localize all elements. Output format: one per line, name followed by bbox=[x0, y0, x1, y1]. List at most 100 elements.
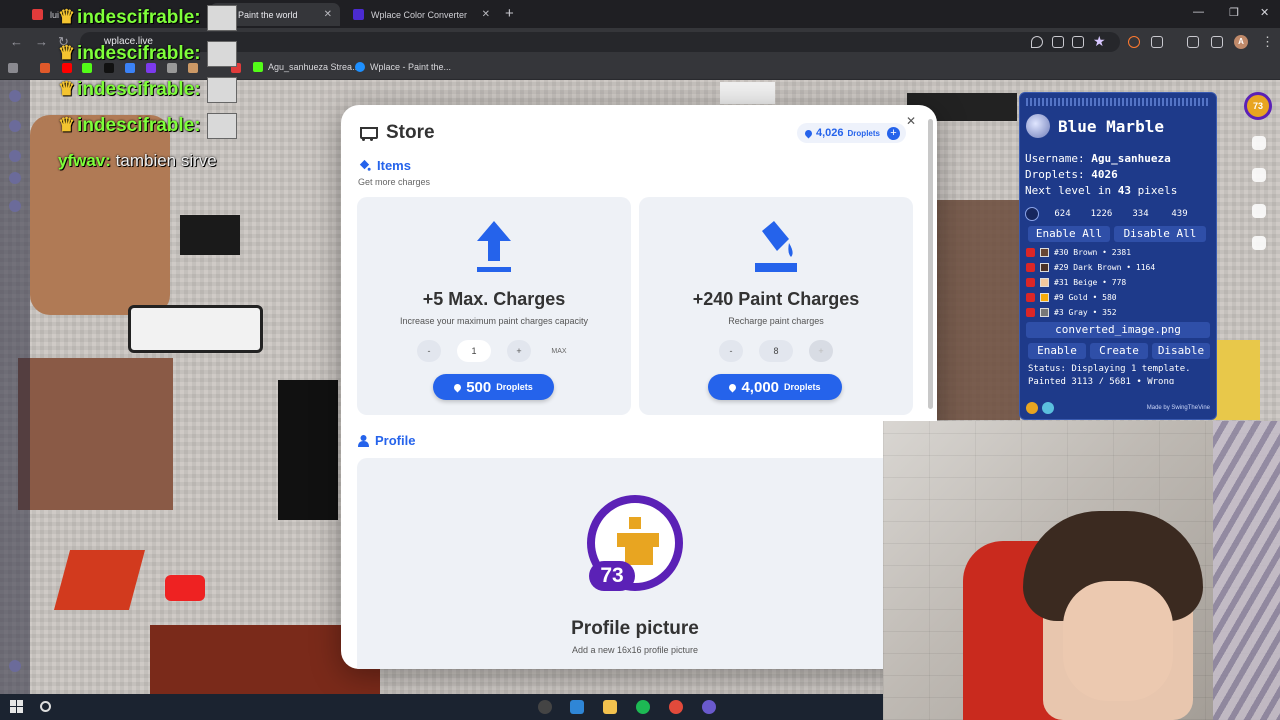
checkbox-checked-icon[interactable] bbox=[1026, 248, 1035, 257]
increment-button[interactable]: + bbox=[809, 340, 833, 362]
chat-icon[interactable] bbox=[9, 120, 21, 132]
windows-start-icon[interactable] bbox=[10, 700, 23, 713]
status-line: Painted 3113 / 5681 • Wrong bbox=[1028, 377, 1175, 384]
decrement-button[interactable]: - bbox=[719, 340, 743, 362]
droplet-icon bbox=[803, 128, 814, 138]
checkbox-checked-icon[interactable] bbox=[1026, 308, 1035, 317]
download-icon[interactable] bbox=[1187, 36, 1199, 48]
chrome-icon[interactable] bbox=[669, 700, 683, 714]
template-file-button[interactable]: converted_image.png bbox=[1026, 322, 1210, 338]
checkbox-checked-icon[interactable] bbox=[1026, 293, 1035, 302]
kick-icon bbox=[253, 62, 263, 72]
buy-max-charges-button[interactable]: 500 Droplets bbox=[433, 374, 554, 400]
max-button[interactable]: MAX bbox=[547, 348, 571, 355]
right-toolbar bbox=[1246, 90, 1272, 290]
close-tab-icon[interactable]: ✕ bbox=[324, 9, 332, 20]
pixel-art-portrait bbox=[18, 358, 173, 510]
create-button[interactable]: Create bbox=[1090, 343, 1148, 359]
level-badge: 73 bbox=[589, 561, 635, 591]
color-swatch bbox=[1040, 263, 1049, 272]
store-modal: Store 4,026 Droplets + ✕ Items Get more … bbox=[341, 105, 937, 669]
checkbox-checked-icon[interactable] bbox=[1026, 263, 1035, 272]
quantity-input[interactable]: 1 bbox=[457, 340, 491, 362]
apps-grid-icon[interactable] bbox=[8, 63, 18, 73]
drag-handle[interactable] bbox=[1026, 98, 1210, 106]
profile-section-title: Profile bbox=[358, 433, 415, 448]
back-icon[interactable]: ← bbox=[10, 34, 23, 49]
buy-paint-charges-button[interactable]: 4,000 Droplets bbox=[708, 374, 842, 400]
color-label: #3 Gray • 352 bbox=[1054, 308, 1117, 317]
store-app-icon[interactable] bbox=[570, 700, 584, 714]
color-row[interactable]: #9 Gold • 580 bbox=[1026, 290, 1204, 305]
settings-icon[interactable] bbox=[9, 200, 21, 212]
quantity-input[interactable]: 8 bbox=[759, 340, 793, 362]
pixel-y-input[interactable]: 439 bbox=[1164, 209, 1195, 219]
camera-icon[interactable] bbox=[9, 660, 21, 672]
search-icon[interactable] bbox=[40, 701, 51, 712]
spotify-icon[interactable] bbox=[636, 700, 650, 714]
coordinates-row: 624 1226 334 439 bbox=[1025, 207, 1195, 221]
enable-all-button[interactable]: Enable All bbox=[1028, 226, 1110, 242]
color-row[interactable]: #29 Dark Brown • 1164 bbox=[1026, 260, 1204, 275]
droplets-row: Droplets: 4026 bbox=[1025, 168, 1118, 181]
info-icon[interactable] bbox=[9, 90, 21, 102]
translate-icon[interactable] bbox=[1072, 36, 1084, 48]
obs-icon[interactable] bbox=[538, 700, 552, 714]
store-cart-icon[interactable] bbox=[1252, 136, 1266, 150]
add-droplets-button[interactable]: + bbox=[886, 126, 900, 140]
twitch-icon[interactable] bbox=[9, 172, 21, 184]
decrement-button[interactable]: - bbox=[417, 340, 441, 362]
bookmark-kick-stream[interactable]: Agu_sanhueza Strea... bbox=[253, 62, 360, 72]
tile-y-input[interactable]: 1226 bbox=[1086, 209, 1117, 219]
file-explorer-icon[interactable] bbox=[603, 700, 617, 714]
pixel-art-right bbox=[935, 200, 1020, 420]
bookmark-star-icon[interactable]: ★ bbox=[1093, 33, 1106, 50]
color-row[interactable]: #30 Brown • 2381 bbox=[1026, 245, 1204, 260]
disable-button[interactable]: Disable bbox=[1152, 343, 1210, 359]
chat-username: yfwav: bbox=[58, 151, 111, 170]
menu-icon[interactable]: ⋮ bbox=[1261, 34, 1274, 50]
bookmark-icon[interactable] bbox=[40, 63, 50, 73]
location-icon[interactable] bbox=[1031, 36, 1043, 48]
leaderboard-icon[interactable] bbox=[1252, 236, 1266, 250]
user-icon[interactable] bbox=[9, 150, 21, 162]
color-row[interactable]: #3 Gray • 352 bbox=[1026, 305, 1204, 320]
color-row[interactable]: #31 Beige • 778 bbox=[1026, 275, 1204, 290]
extensions-puzzle-icon[interactable] bbox=[1151, 36, 1163, 48]
pixel-x-input[interactable]: 334 bbox=[1125, 209, 1156, 219]
price-amount: 4,000 bbox=[741, 378, 780, 396]
bookmark-wplace[interactable]: Wplace - Paint the... bbox=[355, 62, 451, 72]
minimize-panel-icon[interactable] bbox=[1026, 402, 1038, 414]
pin-icon[interactable] bbox=[1025, 207, 1039, 221]
tile-x-input[interactable]: 624 bbox=[1047, 209, 1078, 219]
increment-button[interactable]: + bbox=[507, 340, 531, 362]
webcam-overlay bbox=[883, 421, 1280, 720]
blue-marble-logo-icon bbox=[1026, 114, 1050, 138]
tab-color-converter[interactable]: Wplace Color Converter ✕ bbox=[343, 3, 498, 26]
move-panel-icon[interactable] bbox=[1042, 402, 1054, 414]
scrollbar[interactable] bbox=[928, 119, 933, 409]
close-tab-icon[interactable]: ✕ bbox=[482, 9, 490, 20]
disable-all-button[interactable]: Disable All bbox=[1114, 226, 1206, 242]
minimize-icon[interactable]: — bbox=[1193, 6, 1204, 18]
translate-icon[interactable] bbox=[1252, 168, 1266, 182]
username-row: Username: Agu_sanhueza bbox=[1025, 152, 1171, 165]
discord-icon[interactable] bbox=[702, 700, 716, 714]
extension-icon[interactable] bbox=[1128, 36, 1140, 48]
profile-avatar[interactable]: A bbox=[1234, 35, 1248, 49]
close-window-icon[interactable]: ✕ bbox=[1260, 6, 1269, 19]
close-icon[interactable]: ✕ bbox=[906, 114, 916, 128]
restore-icon[interactable]: ❐ bbox=[1229, 6, 1239, 19]
balance-amount: 4,026 bbox=[816, 127, 844, 139]
cast-icon[interactable] bbox=[1052, 36, 1064, 48]
enable-button[interactable]: Enable bbox=[1028, 343, 1086, 359]
new-tab-icon[interactable]: + bbox=[505, 5, 514, 22]
forward-icon[interactable]: → bbox=[35, 34, 48, 49]
checkbox-checked-icon[interactable] bbox=[1026, 278, 1035, 287]
search-icon[interactable] bbox=[1252, 204, 1266, 218]
media-icon[interactable] bbox=[1211, 36, 1223, 48]
profile-picture-card: 73 Profile picture Add a new 16x16 profi… bbox=[357, 458, 937, 669]
webcam-face bbox=[1063, 581, 1173, 701]
status-text: Status: Displaying 1 template. Painted 3… bbox=[1028, 363, 1206, 384]
card-description: Recharge paint charges bbox=[728, 316, 824, 326]
